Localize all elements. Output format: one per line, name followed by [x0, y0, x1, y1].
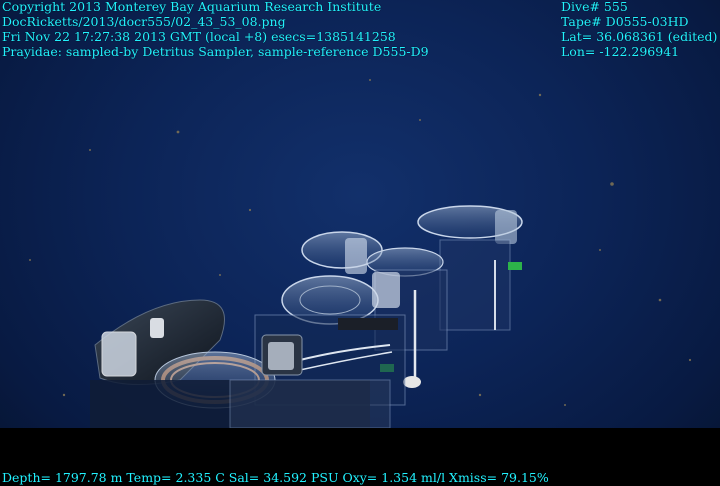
- overlay-top-left: Copyright 2013 Monterey Bay Aquarium Res…: [2, 0, 429, 59]
- timestamp-line: Fri Nov 22 17:27:38 2013 GMT (local +8) …: [2, 29, 396, 44]
- longitude: Lon= -122.296941: [561, 44, 680, 59]
- overlay-top-right: Dive# 555 Tape# D0555-03HD Lat= 36.06836…: [561, 0, 717, 59]
- copyright-line: Copyright 2013 Monterey Bay Aquarium Res…: [2, 0, 382, 14]
- dive-number: Dive# 555: [561, 0, 628, 14]
- image-path-line: DocRicketts/2013/docr555/02_43_53_08.png: [2, 14, 286, 29]
- video-frame: Copyright 2013 Monterey Bay Aquarium Res…: [0, 0, 720, 486]
- tape-number: Tape# D0555-03HD: [561, 14, 689, 29]
- detritus-sampler-scene: [29, 79, 692, 429]
- sensor-readout: Depth= 1797.78 m Temp= 2.335 C Sal= 34.5…: [2, 470, 549, 485]
- latitude: Lat= 36.068361 (edited): [561, 29, 718, 44]
- annotation-line: Prayidae: sampled-by Detritus Sampler, s…: [2, 44, 429, 59]
